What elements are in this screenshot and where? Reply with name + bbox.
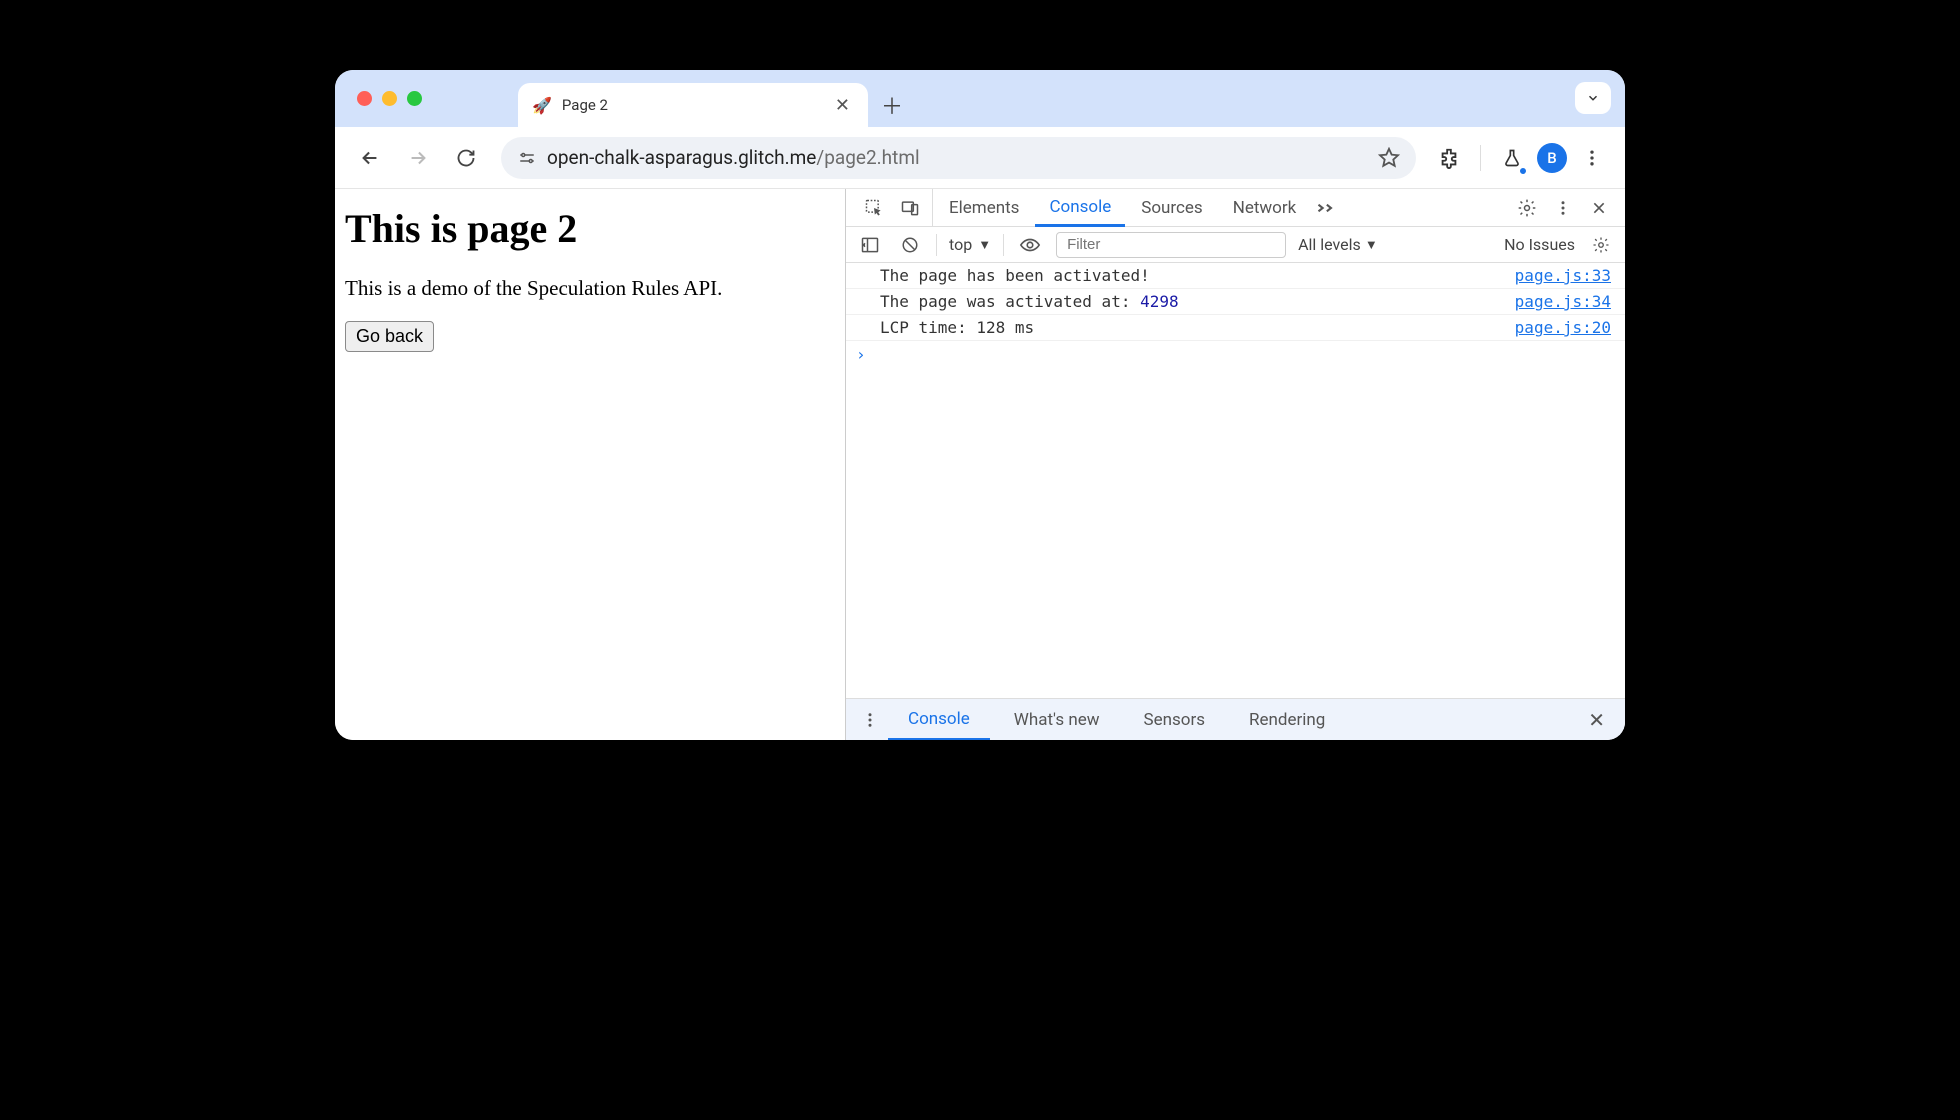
- inspect-element-icon[interactable]: [860, 194, 888, 222]
- tabs-dropdown-button[interactable]: [1575, 82, 1611, 114]
- browser-tab[interactable]: 🚀 Page 2 ✕: [518, 83, 868, 127]
- log-number: 4298: [1140, 292, 1179, 311]
- log-levels-selector[interactable]: All levels ▼: [1298, 235, 1378, 254]
- back-button[interactable]: [349, 137, 391, 179]
- console-toolbar: top ▼ All levels ▼ No Issues: [846, 227, 1625, 263]
- extensions-icon[interactable]: [1430, 139, 1468, 177]
- console-sidebar-toggle-icon[interactable]: [856, 231, 884, 259]
- close-tab-button[interactable]: ✕: [831, 95, 854, 116]
- separator: [1480, 145, 1481, 171]
- devtools-tab-network[interactable]: Network: [1219, 189, 1311, 226]
- more-tabs-icon[interactable]: [1312, 194, 1340, 222]
- devtools-tab-sources[interactable]: Sources: [1127, 189, 1216, 226]
- console-prompt[interactable]: ›: [846, 341, 1625, 368]
- drawer-tab-whatsnew[interactable]: What's new: [994, 699, 1120, 740]
- clear-console-icon[interactable]: [896, 231, 924, 259]
- console-log-row: The page was activated at: 4298 page.js:…: [846, 289, 1625, 315]
- separator: [1003, 234, 1004, 256]
- tab-favicon: 🚀: [532, 96, 552, 115]
- chevron-down-icon: ▼: [978, 237, 991, 253]
- devtools-drawer: Console What's new Sensors Rendering ✕: [846, 698, 1625, 740]
- page-body-text: This is a demo of the Speculation Rules …: [345, 276, 835, 301]
- drawer-menu-icon[interactable]: [856, 706, 884, 734]
- drawer-tab-sensors[interactable]: Sensors: [1124, 699, 1226, 740]
- devtools-panel: Elements Console Sources Network: [845, 189, 1625, 740]
- site-controls-icon[interactable]: [517, 148, 537, 168]
- devtools-tab-bar: Elements Console Sources Network: [846, 189, 1625, 227]
- drawer-tab-console[interactable]: Console: [888, 700, 990, 741]
- browser-window: 🚀 Page 2 ✕ ＋ open-chalk-asparagus.glitch…: [335, 70, 1625, 740]
- log-message: The page was activated at:: [880, 292, 1140, 311]
- device-toolbar-icon[interactable]: [896, 194, 924, 222]
- address-bar[interactable]: open-chalk-asparagus.glitch.me/page2.htm…: [501, 137, 1416, 179]
- minimize-window-button[interactable]: [382, 91, 397, 106]
- console-filter-input[interactable]: [1056, 232, 1286, 258]
- log-message: LCP time: 128 ms: [880, 318, 1034, 337]
- log-message: The page has been activated!: [880, 266, 1150, 285]
- devtools-tab-console[interactable]: Console: [1035, 190, 1125, 227]
- forward-button[interactable]: [397, 137, 439, 179]
- console-log-row: LCP time: 128 ms page.js:20: [846, 315, 1625, 341]
- console-log-row: The page has been activated! page.js:33: [846, 263, 1625, 289]
- separator: [936, 234, 937, 256]
- console-output: The page has been activated! page.js:33 …: [846, 263, 1625, 698]
- drawer-tab-rendering[interactable]: Rendering: [1229, 699, 1345, 740]
- devtools-close-icon[interactable]: [1585, 194, 1613, 222]
- tab-strip: 🚀 Page 2 ✕ ＋: [335, 70, 1625, 127]
- browser-menu-button[interactable]: [1573, 139, 1611, 177]
- console-context-selector[interactable]: top ▼: [949, 235, 991, 254]
- tab-title: Page 2: [562, 96, 608, 114]
- live-expression-icon[interactable]: [1016, 231, 1044, 259]
- maximize-window-button[interactable]: [407, 91, 422, 106]
- window-controls: [357, 91, 422, 106]
- devtools-tab-elements[interactable]: Elements: [935, 189, 1033, 226]
- console-settings-icon[interactable]: [1587, 231, 1615, 259]
- devtools-settings-icon[interactable]: [1513, 194, 1541, 222]
- url-text: open-chalk-asparagus.glitch.me/page2.htm…: [547, 146, 920, 169]
- close-window-button[interactable]: [357, 91, 372, 106]
- toolbar: open-chalk-asparagus.glitch.me/page2.htm…: [335, 127, 1625, 189]
- log-source-link[interactable]: page.js:20: [1515, 318, 1611, 337]
- issues-button[interactable]: No Issues: [1504, 235, 1575, 254]
- content-area: This is page 2 This is a demo of the Spe…: [335, 189, 1625, 740]
- page-content: This is page 2 This is a demo of the Spe…: [335, 189, 845, 740]
- new-tab-button[interactable]: ＋: [874, 87, 910, 123]
- page-heading: This is page 2: [345, 205, 835, 252]
- go-back-button[interactable]: Go back: [345, 321, 434, 352]
- drawer-close-icon[interactable]: ✕: [1578, 708, 1615, 732]
- labs-icon[interactable]: [1493, 139, 1531, 177]
- log-source-link[interactable]: page.js:34: [1515, 292, 1611, 311]
- profile-avatar[interactable]: B: [1537, 143, 1567, 173]
- chevron-down-icon: ▼: [1365, 237, 1378, 253]
- devtools-menu-icon[interactable]: [1549, 194, 1577, 222]
- log-source-link[interactable]: page.js:33: [1515, 266, 1611, 285]
- bookmark-star-icon[interactable]: [1378, 147, 1400, 169]
- reload-button[interactable]: [445, 137, 487, 179]
